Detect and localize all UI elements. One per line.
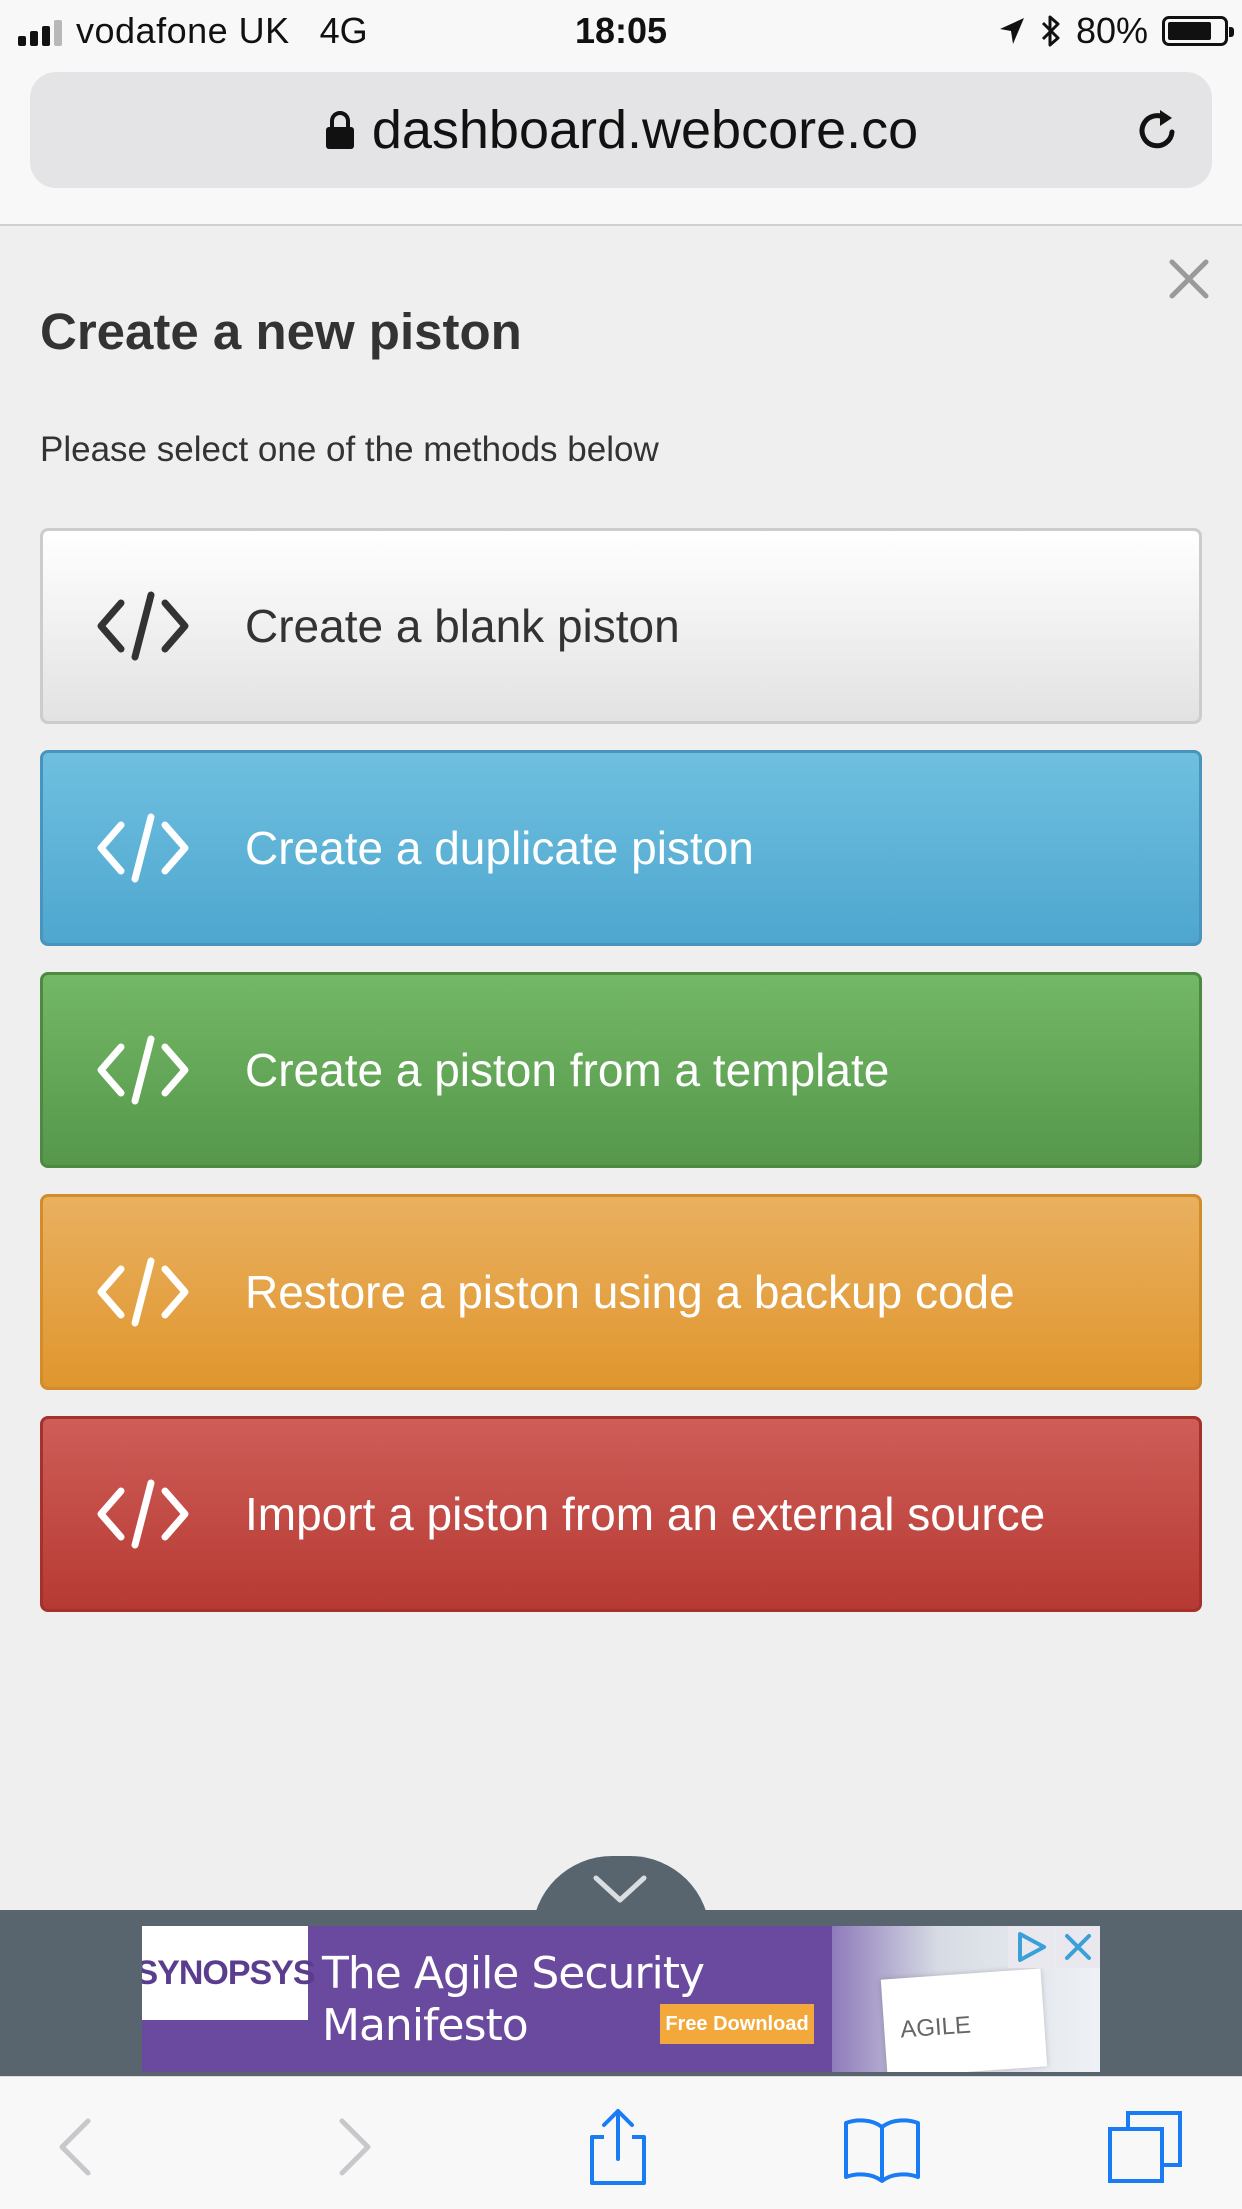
ad-logo: SYNOPSYS [142,1926,316,2020]
create-blank-piston-button[interactable]: Create a blank piston [40,528,1202,724]
battery-level [1168,22,1211,40]
code-icon [97,1479,189,1549]
import-external-piston-button[interactable]: Import a piston from an external source [40,1416,1202,1612]
code-icon [97,1257,189,1327]
ad-banner[interactable]: SYNOPSYS The Agile Security Manifesto AG… [142,1926,1100,2072]
close-icon[interactable] [1056,1926,1100,1968]
code-icon [97,813,189,883]
reload-icon[interactable] [1132,106,1182,156]
option-label: Import a piston from an external source [245,1488,1046,1540]
code-icon [97,591,189,661]
share-icon[interactable] [578,2107,658,2187]
url-text: dashboard.webcore.co [371,100,919,160]
bookmarks-icon[interactable] [842,2107,922,2187]
option-label: Create a blank piston [245,600,680,652]
ad-book-text: AGILE [899,2011,972,2044]
status-bar: vodafone UK 4G 18:05 80% [0,0,1242,62]
location-arrow-icon [999,18,1024,44]
bluetooth-icon [1041,15,1060,47]
create-from-template-button[interactable]: Create a piston from a template [40,972,1202,1168]
battery-icon [1162,16,1234,46]
lock-icon [325,111,354,149]
tabs-icon[interactable] [1106,2107,1186,2187]
ad-book-image: AGILE [880,1968,1048,2072]
create-duplicate-piston-button[interactable]: Create a duplicate piston [40,750,1202,946]
adchoices-icon[interactable] [1008,1926,1054,1968]
browser-address-bar: dashboard.webcore.co [0,62,1242,226]
modal-title: Create a new piston [40,303,522,360]
option-label: Create a duplicate piston [245,822,754,874]
restore-from-backup-button[interactable]: Restore a piston using a backup code [40,1194,1202,1390]
chevron-down-icon[interactable] [590,1870,650,1910]
modal-subtitle: Please select one of the methods below [40,430,659,469]
ad-download-button[interactable]: Free Download [660,2004,814,2044]
option-label: Create a piston from a template [245,1044,890,1096]
forward-icon[interactable] [312,2107,392,2187]
close-icon[interactable] [1166,256,1212,302]
status-right: 80% [998,10,1234,52]
back-icon[interactable] [38,2107,118,2187]
code-icon [97,1035,189,1105]
ad-brand: SYNOPSYS [142,1953,316,1992]
option-label: Restore a piston using a backup code [245,1266,1015,1318]
battery-percent: 80% [1075,10,1148,51]
url-field[interactable]: dashboard.webcore.co [30,72,1212,188]
browser-toolbar [0,2076,1242,2209]
